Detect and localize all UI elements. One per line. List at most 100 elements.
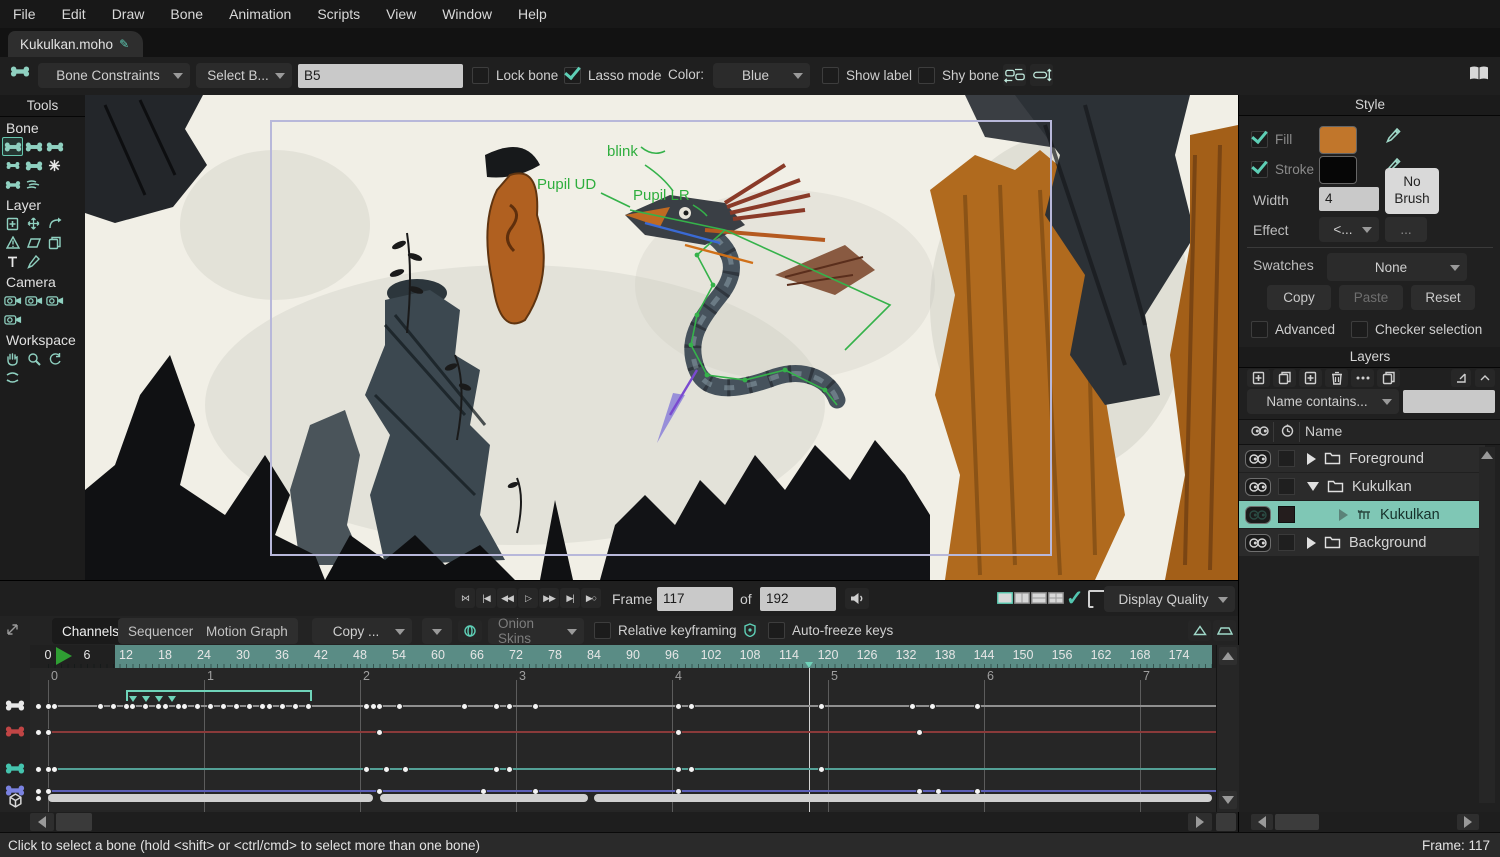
document-tab[interactable]: Kukulkan.moho ✎ — [8, 31, 143, 57]
keyframe[interactable] — [493, 703, 500, 710]
manipulate-bones-tool-icon[interactable] — [44, 156, 65, 175]
translate-bone-tool-icon[interactable] — [2, 156, 23, 175]
keyframe[interactable] — [51, 766, 58, 773]
orbit-workspace-tool-icon[interactable] — [2, 368, 23, 387]
zoom-camera-tool-icon[interactable] — [23, 291, 44, 310]
keyframe[interactable] — [688, 766, 695, 773]
keyframe[interactable] — [51, 703, 58, 710]
keyframe[interactable] — [396, 703, 403, 710]
loop-playback-button[interactable]: ⋈ — [455, 588, 475, 608]
fold-panel-button[interactable] — [1475, 369, 1495, 387]
bone-label-blink[interactable]: blink — [607, 143, 638, 160]
keyframe[interactable] — [162, 703, 169, 710]
delete-layer-button[interactable] — [1325, 369, 1348, 387]
insert-text-tool-icon[interactable] — [2, 252, 23, 271]
menu-help[interactable]: Help — [505, 0, 560, 28]
select-bone-dropdown[interactable]: Select B... — [196, 63, 292, 88]
reparent-bone-tool-icon[interactable] — [44, 137, 65, 156]
display-quality-dropdown[interactable]: Display Quality — [1104, 586, 1235, 612]
play-range-button[interactable]: ▶○ — [581, 588, 601, 608]
layers-filter-dropdown[interactable]: Name contains... — [1247, 389, 1399, 414]
add-layer-tool-icon[interactable] — [2, 214, 23, 233]
keyframe[interactable] — [818, 766, 825, 773]
timeline-scroll-left-button[interactable] — [30, 813, 54, 831]
no-brush-button[interactable]: No Brush — [1385, 168, 1439, 214]
copy-style-button[interactable]: Copy — [1267, 285, 1331, 310]
collapse-layers-button[interactable] — [1451, 369, 1471, 387]
total-frames-input[interactable]: 192 — [760, 587, 836, 611]
duplicate-layer-button[interactable] — [1273, 369, 1296, 387]
timeline-mini-dropdown[interactable] — [422, 618, 452, 644]
new-layer-button[interactable] — [1247, 369, 1270, 387]
triangle-interp-icon[interactable] — [1188, 620, 1211, 641]
keyframe[interactable] — [142, 703, 149, 710]
current-frame-input[interactable]: 117 — [657, 587, 733, 611]
timeline-tab-motion-graph[interactable]: Motion Graph — [196, 618, 298, 644]
collapse-arrow-icon[interactable] — [1307, 482, 1319, 491]
shear-layer-tool-icon[interactable] — [23, 233, 44, 252]
add-bone-tool-icon[interactable] — [23, 137, 44, 156]
stack-layer-tool-icon[interactable] — [44, 233, 65, 252]
keyframe[interactable] — [675, 766, 682, 773]
menu-animation[interactable]: Animation — [216, 0, 304, 28]
step-forward-button[interactable]: ▶▶ — [539, 588, 559, 608]
reset-style-button[interactable]: Reset — [1411, 285, 1475, 310]
rotate-workspace-tool-icon[interactable] — [44, 349, 65, 368]
bind-bones-tool-icon[interactable] — [23, 156, 44, 175]
layers-filter-input[interactable] — [1403, 390, 1495, 413]
edit-pencil-icon[interactable]: ✎ — [119, 37, 129, 51]
keyframe[interactable] — [688, 703, 695, 710]
keyframe[interactable] — [506, 766, 513, 773]
keyframe[interactable] — [110, 703, 117, 710]
timeline-grid[interactable]: 01234567 — [30, 668, 1216, 812]
bone-channel-icon[interactable] — [3, 697, 27, 713]
advanced-checkbox[interactable]: Advanced — [1251, 317, 1335, 342]
bone-label-pupil-ud[interactable]: Pupil UD — [537, 176, 596, 193]
keyframe[interactable] — [916, 729, 923, 736]
menu-file[interactable]: File — [0, 0, 49, 28]
keyframe[interactable] — [220, 703, 227, 710]
effect-dropdown[interactable]: <... — [1319, 217, 1379, 242]
timeline-scroll-up-button[interactable] — [1219, 647, 1237, 665]
reference-layer-button[interactable] — [1377, 369, 1400, 387]
layer-color-swatch[interactable] — [1278, 450, 1295, 467]
bone-wind-tool-icon[interactable] — [23, 175, 44, 194]
lock-bone-checkbox[interactable]: Lock bone — [472, 63, 558, 88]
menu-edit[interactable]: Edit — [49, 0, 99, 28]
menu-draw[interactable]: Draw — [99, 0, 158, 28]
keyframe[interactable] — [506, 703, 513, 710]
keyframe[interactable] — [363, 766, 370, 773]
keyframe[interactable] — [383, 766, 390, 773]
layer-channel-icon[interactable] — [3, 792, 27, 808]
more-layer-options-button[interactable] — [1351, 369, 1374, 387]
keyframe[interactable] — [207, 703, 214, 710]
stroke-color-swatch[interactable] — [1319, 156, 1357, 184]
timeline-horizontal-scrollbar[interactable] — [0, 812, 1238, 832]
keyframe[interactable] — [155, 703, 162, 710]
layer-visibility-toggle[interactable] — [1245, 450, 1271, 468]
layer-row-background-3[interactable]: Background — [1239, 529, 1485, 556]
timeline-scroll-thumb[interactable] — [56, 813, 92, 831]
layers-scroll-thumb[interactable] — [1275, 814, 1319, 830]
keyframe[interactable] — [181, 703, 188, 710]
view-layout-4-icon[interactable] — [1048, 591, 1064, 607]
layer-track-segment[interactable] — [380, 794, 588, 802]
fill-color-swatch[interactable] — [1319, 126, 1357, 154]
lasso-mode-checkbox[interactable]: Lasso mode — [564, 63, 662, 88]
timeline-scroll-down-button[interactable] — [1219, 791, 1237, 809]
go-to-start-button[interactable]: |◀ — [476, 588, 496, 608]
view-layout-1-icon[interactable] — [997, 591, 1013, 607]
timeline-vertical-scrollbar[interactable] — [1216, 645, 1239, 812]
keyframe[interactable] — [246, 703, 253, 710]
keyframe[interactable] — [929, 703, 936, 710]
show-label-checkbox[interactable]: Show label — [822, 63, 912, 88]
layer-visibility-toggle[interactable] — [1245, 506, 1271, 524]
swatches-dropdown[interactable]: None — [1327, 253, 1467, 281]
keyframe[interactable] — [675, 729, 682, 736]
layers-horizontal-scrollbar[interactable] — [1239, 812, 1500, 832]
layer-color-swatch[interactable] — [1278, 478, 1295, 495]
menu-scripts[interactable]: Scripts — [304, 0, 373, 28]
keyframe[interactable] — [461, 703, 468, 710]
keyframe[interactable] — [376, 703, 383, 710]
translate-layer-tool-icon[interactable] — [23, 214, 44, 233]
